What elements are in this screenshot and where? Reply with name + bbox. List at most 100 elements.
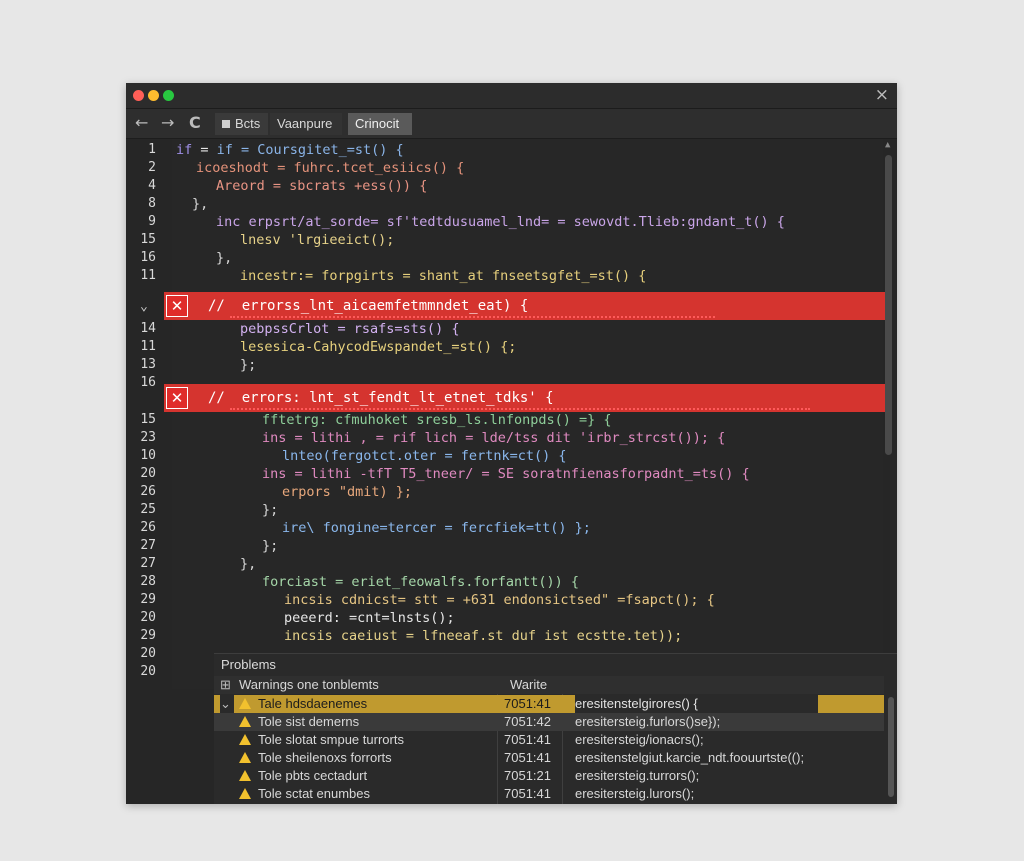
title-bar: × — [126, 83, 897, 109]
code-line[interactable]: icoeshodt = fuhrc.tcet_esiics() { — [196, 160, 464, 177]
problem-row[interactable]: Tole pbts cectadurt 7051:21 eresiterstei… — [214, 767, 884, 785]
error-squiggle — [230, 313, 715, 318]
line-number: 15 — [140, 232, 156, 247]
problem-code: 7051:42 — [504, 714, 551, 729]
line-number: 1 — [148, 142, 156, 157]
warning-icon — [239, 788, 251, 799]
problem-label: Tole sist demerns — [258, 714, 360, 729]
code-line[interactable]: }; — [262, 502, 278, 519]
close-window-dot[interactable] — [133, 90, 144, 101]
line-number: 8 — [148, 196, 156, 211]
code-line[interactable]: }; — [262, 538, 278, 555]
line-number: 26 — [140, 520, 156, 535]
problem-detail: eresitenstelgirores() { — [575, 695, 818, 713]
warning-icon — [239, 752, 251, 763]
code-line[interactable]: lesesica-CahycodEwspandet_=st() {; — [240, 339, 516, 356]
problem-label: Tole sheilenoxs forrorts — [258, 750, 392, 765]
line-number: 15 — [140, 412, 156, 427]
code-line[interactable]: if = if = Coursgitet_=st() { — [176, 142, 404, 159]
fold-chevron-icon[interactable]: ⌄ — [140, 299, 148, 314]
code-line[interactable]: incsis caeiust = lfneeaf.st duf ist ecst… — [284, 628, 682, 645]
line-number: 27 — [140, 538, 156, 553]
problem-code: 7051:21 — [504, 768, 551, 783]
code-editor-window: × ← → C Bcts Vaanpure Crinocit 1 2 4 8 9… — [126, 83, 897, 804]
zoom-window-dot[interactable] — [163, 90, 174, 101]
line-number: 20 — [140, 646, 156, 661]
line-number: 9 — [148, 214, 156, 229]
problem-row[interactable]: Tole sist demerns 7051:42 eresitersteig.… — [214, 713, 884, 731]
problem-row[interactable]: Tole slotat smpue turrorts 7051:41 eresi… — [214, 731, 884, 749]
code-line[interactable]: pebpssCrlot = rsafs=sts() { — [240, 321, 459, 338]
error-x-icon[interactable]: ✕ — [166, 387, 188, 409]
code-line[interactable]: forciast = eriet_feowalfs.forfantt()) { — [262, 574, 579, 591]
line-number: 20 — [140, 466, 156, 481]
code-line[interactable]: }, — [192, 196, 208, 213]
problem-row[interactable]: Tole sheilenoxs forrorts 7051:41 eresite… — [214, 749, 884, 767]
close-icon[interactable]: × — [875, 85, 889, 105]
code-line[interactable]: }, — [216, 250, 232, 267]
tab-vaanpure[interactable]: Vaanpure — [270, 113, 342, 135]
code-line[interactable]: incestr:= forpgirts = shant_at fnseetsgf… — [240, 268, 646, 285]
forward-arrow-icon[interactable]: → — [161, 112, 174, 134]
problem-row[interactable]: Tole sctat enumbes 7051:41 eresitersteig… — [214, 785, 884, 803]
line-number: 4 — [148, 178, 156, 193]
problem-detail: eresitersteig.lurors(); — [575, 786, 695, 801]
code-line[interactable]: inc erpsrt/at_sorde= sf'tedtdusuamel_lnd… — [216, 214, 785, 231]
line-number: 16 — [140, 375, 156, 390]
line-number: 29 — [140, 592, 156, 607]
problem-detail: eresitersteig/ionacrs(); — [575, 732, 704, 747]
problem-label: Tole slotat smpue turrorts — [258, 732, 404, 747]
line-number-gutter: 1 2 4 8 9 15 16 11 ⌄ 14 11 13 16 15 23 1… — [126, 139, 172, 804]
problem-code: 7051:41 — [504, 750, 551, 765]
code-line[interactable]: }, — [240, 556, 256, 573]
code-line[interactable]: lnteo(fergotct.oter = fertnk=ct() { — [282, 448, 566, 465]
file-icon — [222, 120, 230, 128]
problem-code: 7051:41 — [504, 696, 551, 711]
code-editor[interactable]: if = if = Coursgitet_=st() { icoeshodt =… — [172, 139, 883, 689]
refresh-icon[interactable]: C — [189, 112, 201, 134]
line-number: 2 — [148, 160, 156, 175]
problem-code: 7051:41 — [504, 786, 551, 801]
line-number: 20 — [140, 664, 156, 679]
line-number: 25 — [140, 502, 156, 517]
code-line[interactable]: ins = lithi , = rif lich = lde/tss dit '… — [262, 430, 725, 447]
line-number: 23 — [140, 430, 156, 445]
line-number: 10 — [140, 448, 156, 463]
code-line[interactable]: lnesv 'lrgieeict(); — [240, 232, 394, 249]
code-line[interactable]: Areord = sbcrats +ess()) { — [216, 178, 427, 195]
line-number: 11 — [140, 339, 156, 354]
error-squiggle — [230, 405, 810, 410]
problem-detail: eresitenstelgiut.karcie_ndt.foouurtste((… — [575, 750, 805, 765]
problem-row-selected[interactable]: ⌄ Tale hdsdaenemes 7051:41 eresitenstelg… — [214, 695, 884, 713]
expand-icon[interactable]: ⊞ — [220, 676, 231, 694]
scroll-up-arrow-icon[interactable]: ▲ — [885, 140, 890, 150]
code-line[interactable]: peeerd: =cnt=lnsts(); — [284, 610, 455, 627]
line-number: 14 — [140, 321, 156, 336]
editor-scrollbar[interactable] — [885, 155, 892, 455]
problem-detail: eresitersteig.furlors()se}); — [575, 714, 721, 729]
warning-icon — [239, 734, 251, 745]
minimize-window-dot[interactable] — [148, 90, 159, 101]
warning-icon — [239, 716, 251, 727]
problem-label: Tale hdsdaenemes — [258, 696, 368, 711]
error-x-icon[interactable]: ✕ — [166, 295, 188, 317]
warning-icon — [239, 770, 251, 781]
line-number: 26 — [140, 484, 156, 499]
code-line[interactable]: ins = lithi -tfT T5_tneer/ = SE soratnfi… — [262, 466, 750, 483]
code-line[interactable]: incsis cdnicst= stt = +631 endonsictsed"… — [284, 592, 715, 609]
line-number: 11 — [140, 268, 156, 283]
tab-crinocit[interactable]: Crinocit — [348, 113, 412, 135]
tab-bcts[interactable]: Bcts — [215, 113, 268, 135]
problem-code: 7051:41 — [504, 732, 551, 747]
code-line[interactable]: fftetrg: cfmuhoket sresb_ls.lnfonpds() =… — [262, 412, 612, 429]
problem-label: Tole sctat enumbes — [258, 786, 371, 801]
problems-panel-title: Problems — [221, 657, 276, 672]
chevron-down-icon[interactable]: ⌄ — [220, 695, 234, 713]
back-arrow-icon[interactable]: ← — [135, 112, 148, 134]
line-number: 13 — [140, 357, 156, 372]
code-line[interactable]: ire\ fongine=tercer = fercfiek=tt() }; — [282, 520, 591, 537]
code-line[interactable]: }; — [240, 357, 256, 374]
problems-scrollbar[interactable] — [888, 697, 894, 797]
code-line[interactable]: erpors "dmit) }; — [282, 484, 412, 501]
line-number: 28 — [140, 574, 156, 589]
